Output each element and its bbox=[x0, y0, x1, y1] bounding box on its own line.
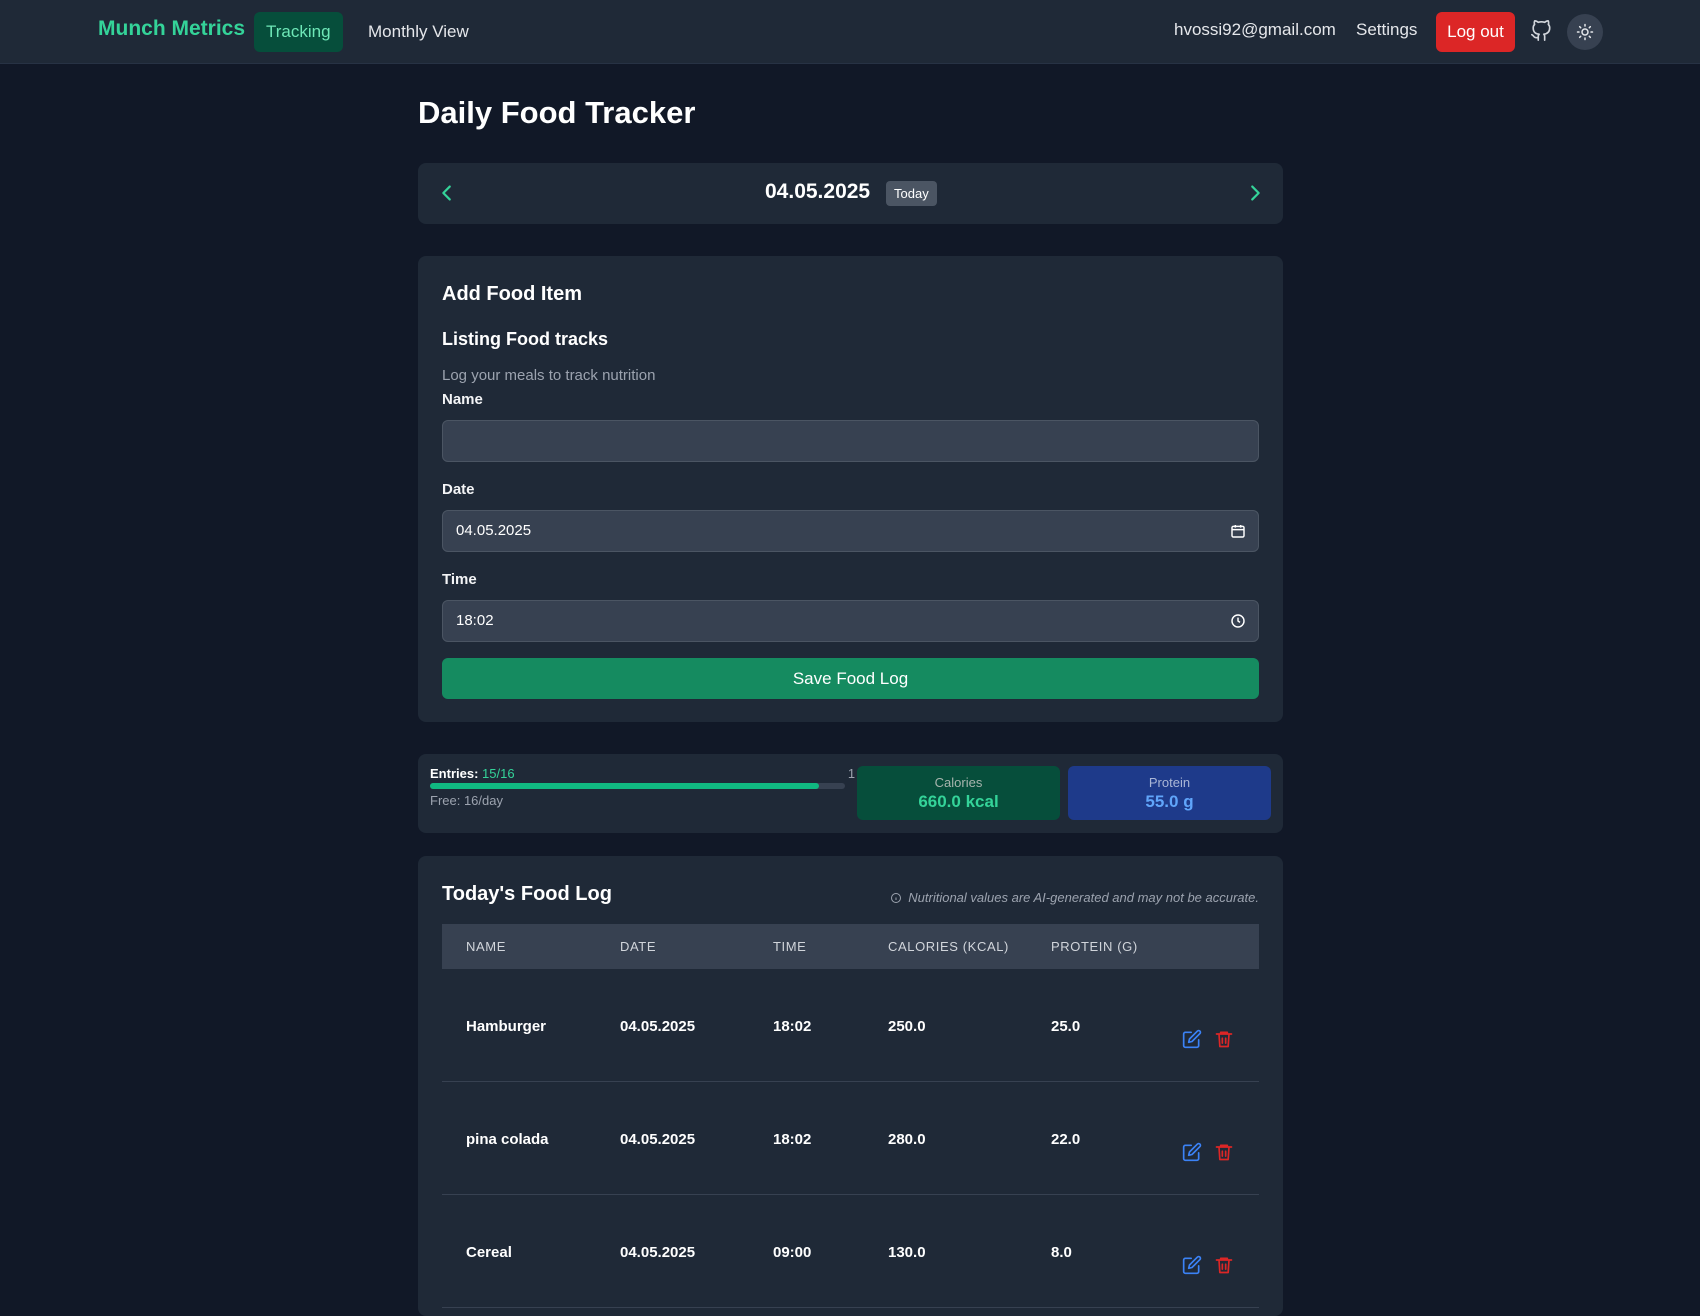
row-date: 04.05.2025 bbox=[620, 1131, 696, 1148]
column-header-calories: CALORIES (KCAL) bbox=[888, 939, 1009, 954]
page-title: Daily Food Tracker bbox=[418, 95, 696, 130]
top-navbar: Munch Metrics Tracking Monthly View hvos… bbox=[0, 0, 1700, 64]
calories-summary: Calories 660.0 kcal bbox=[857, 766, 1060, 820]
time-input[interactable]: 18:02 bbox=[442, 600, 1259, 642]
food-log-card: Today's Food Log Nutritional values are … bbox=[418, 856, 1283, 1316]
sun-icon bbox=[1576, 23, 1594, 41]
time-input-value: 18:02 bbox=[456, 612, 494, 629]
current-date: 04.05.2025 bbox=[765, 180, 871, 203]
edit-icon[interactable] bbox=[1182, 1029, 1202, 1049]
settings-link[interactable]: Settings bbox=[1356, 20, 1417, 40]
row-calories: 250.0 bbox=[888, 1018, 926, 1035]
name-input[interactable] bbox=[442, 420, 1259, 462]
entries-counter: Entries: 15/16 bbox=[430, 766, 515, 781]
entries-progress-fill bbox=[430, 783, 820, 789]
table-row: Hamburger 04.05.2025 18:02 250.0 25.0 bbox=[442, 969, 1259, 1082]
disclaimer-text: Nutritional values are AI-generated and … bbox=[908, 890, 1259, 905]
save-food-log-button[interactable]: Save Food Log bbox=[442, 658, 1259, 699]
row-name: Cereal bbox=[466, 1244, 512, 1261]
column-header-time: TIME bbox=[773, 939, 807, 954]
table-row: Cereal 04.05.2025 09:00 130.0 8.0 bbox=[442, 1195, 1259, 1308]
edit-icon[interactable] bbox=[1182, 1142, 1202, 1162]
github-icon[interactable] bbox=[1530, 20, 1552, 42]
user-email: hvossi92@gmail.com bbox=[1174, 20, 1336, 39]
column-header-date: DATE bbox=[620, 939, 657, 954]
logout-button[interactable]: Log out bbox=[1436, 12, 1515, 52]
chevron-right-icon[interactable] bbox=[1244, 182, 1266, 204]
row-protein: 22.0 bbox=[1051, 1131, 1081, 1148]
entries-value: 15/16 bbox=[482, 766, 515, 781]
protein-value: 55.0 g bbox=[1145, 792, 1194, 811]
row-name: pina colada bbox=[466, 1131, 549, 1148]
entries-label: Entries: bbox=[430, 766, 479, 781]
trash-icon[interactable] bbox=[1214, 1142, 1234, 1162]
name-label: Name bbox=[442, 391, 483, 408]
date-label: Date bbox=[442, 481, 475, 498]
row-calories: 130.0 bbox=[888, 1244, 926, 1261]
theme-toggle-button[interactable] bbox=[1567, 14, 1603, 50]
form-description: Log your meals to track nutrition bbox=[442, 367, 656, 384]
row-protein: 8.0 bbox=[1051, 1244, 1072, 1261]
date-input-value: 04.05.2025 bbox=[456, 522, 532, 539]
row-time: 18:02 bbox=[773, 1131, 812, 1148]
tab-tracking[interactable]: Tracking bbox=[254, 12, 343, 52]
table-header: NAME DATE TIME CALORIES (KCAL) PROTEIN (… bbox=[442, 924, 1259, 969]
daily-stats: Entries: 15/16 1 left Free: 16/day Calor… bbox=[418, 754, 1283, 833]
column-header-name: NAME bbox=[466, 939, 506, 954]
protein-summary: Protein 55.0 g bbox=[1068, 766, 1271, 820]
calendar-icon[interactable] bbox=[1230, 523, 1246, 539]
info-icon bbox=[891, 893, 902, 903]
tab-monthly-view[interactable]: Monthly View bbox=[356, 12, 481, 52]
row-name: Hamburger bbox=[466, 1018, 547, 1035]
time-label: Time bbox=[442, 571, 477, 588]
calories-label: Calories bbox=[934, 775, 983, 790]
entries-progress-bar bbox=[430, 783, 845, 789]
food-log-title: Today's Food Log bbox=[442, 883, 612, 905]
clock-icon[interactable] bbox=[1230, 613, 1246, 629]
listing-heading: Listing Food tracks bbox=[442, 329, 609, 349]
add-food-heading: Add Food Item bbox=[442, 283, 582, 305]
brand-logo[interactable]: Munch Metrics bbox=[98, 17, 245, 41]
chevron-left-icon[interactable] bbox=[436, 182, 458, 204]
protein-label: Protein bbox=[1148, 775, 1191, 790]
row-date: 04.05.2025 bbox=[620, 1018, 696, 1035]
trash-icon[interactable] bbox=[1214, 1255, 1234, 1275]
row-time: 09:00 bbox=[773, 1244, 812, 1261]
date-input[interactable]: 04.05.2025 bbox=[442, 510, 1259, 552]
calories-value: 660.0 kcal bbox=[918, 792, 999, 811]
add-food-card: Add Food Item Listing Food tracks Log yo… bbox=[418, 256, 1283, 722]
date-navigator: 04.05.2025 Today bbox=[418, 163, 1283, 224]
edit-icon[interactable] bbox=[1182, 1255, 1202, 1275]
today-badge: Today bbox=[886, 181, 937, 206]
table-row: pina colada 04.05.2025 18:02 280.0 22.0 bbox=[442, 1082, 1259, 1195]
row-calories: 280.0 bbox=[888, 1131, 926, 1148]
free-limit-text: Free: 16/day bbox=[430, 793, 503, 808]
row-protein: 25.0 bbox=[1051, 1018, 1081, 1035]
trash-icon[interactable] bbox=[1214, 1029, 1234, 1049]
column-header-protein: PROTEIN (G) bbox=[1051, 939, 1138, 954]
row-time: 18:02 bbox=[773, 1018, 812, 1035]
ai-disclaimer: Nutritional values are AI-generated and … bbox=[890, 890, 1259, 905]
row-date: 04.05.2025 bbox=[620, 1244, 696, 1261]
